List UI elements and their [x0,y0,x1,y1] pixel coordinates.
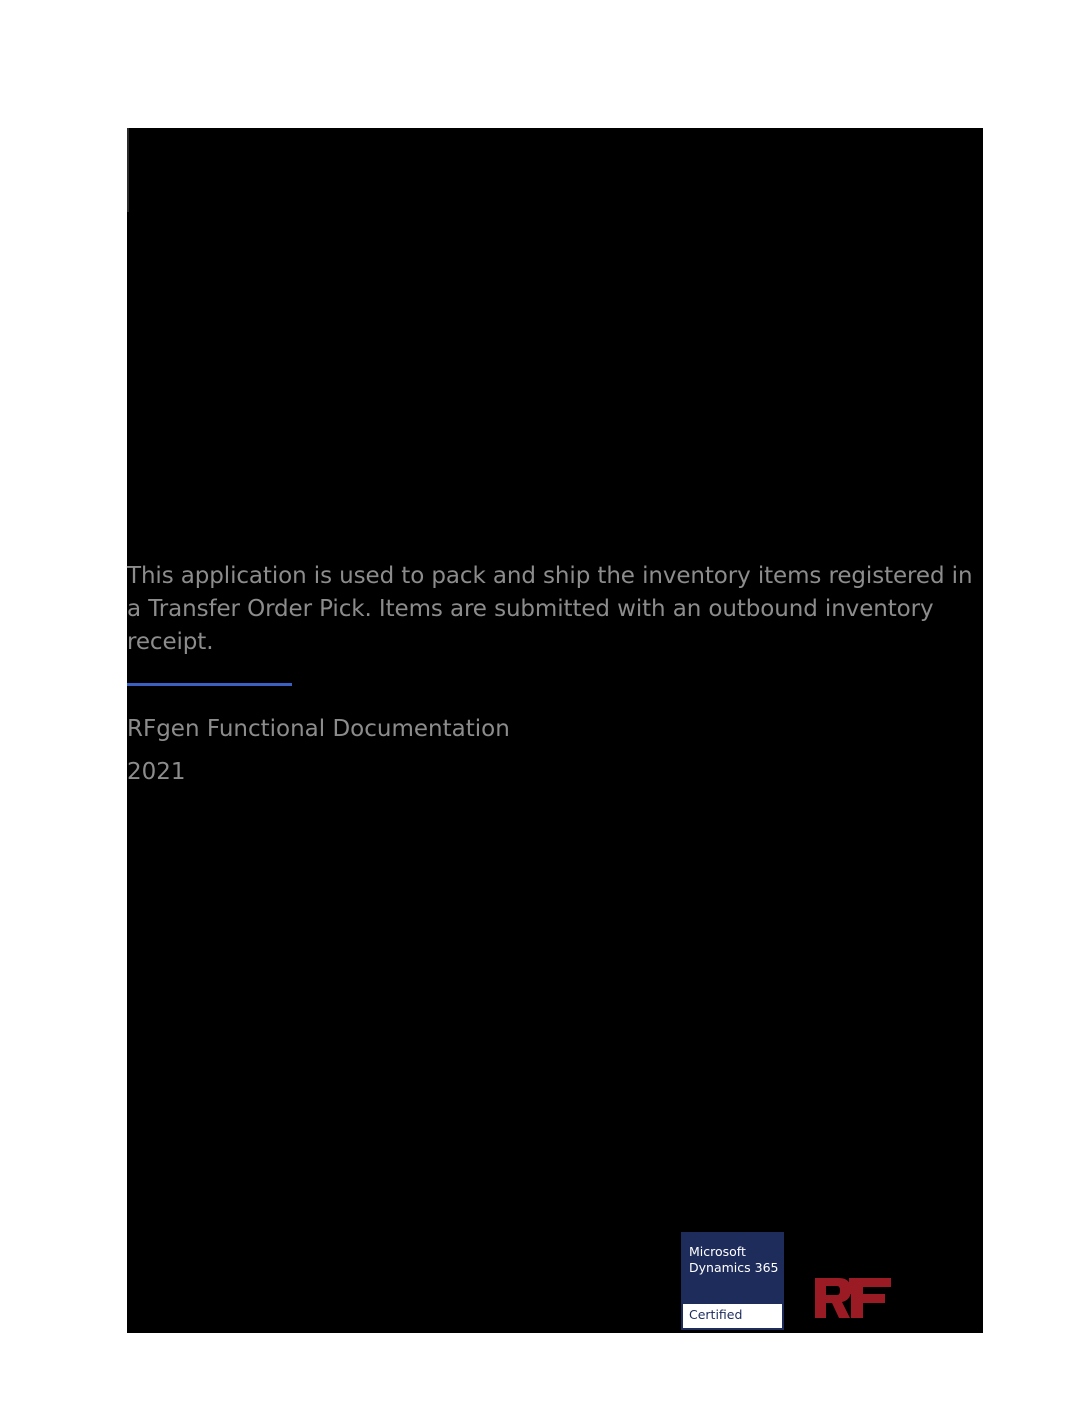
cover-panel: This application is used to pack and shi… [127,128,983,1333]
rfgen-logo-icon [815,1278,891,1318]
document-description: This application is used to pack and shi… [127,563,973,655]
microsoft-dynamics-certified-badge: Microsoft Dynamics 365 Certified [681,1232,784,1330]
badge-certified-strip: Certified [683,1303,782,1328]
badge-line-microsoft: Microsoft [689,1244,746,1259]
badge-certified-label: Certified [689,1307,743,1322]
document-series: RFgen Functional Documentation [127,716,510,742]
edge-mark [127,128,129,212]
accent-divider [127,683,292,686]
badge-title: Microsoft Dynamics 365 [689,1244,778,1276]
badge-line-dynamics: Dynamics 365 [689,1260,779,1275]
document-year: 2021 [127,759,186,785]
